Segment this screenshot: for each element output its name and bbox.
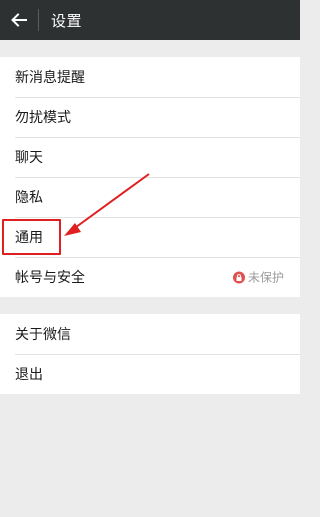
annotation-arrow xyxy=(64,173,150,236)
